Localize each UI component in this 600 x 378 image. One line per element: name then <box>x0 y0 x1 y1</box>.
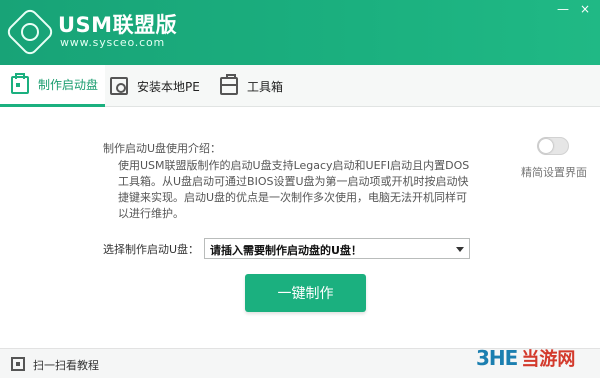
toggle-knob <box>539 139 553 153</box>
watermark-mark: 3HE <box>476 346 518 370</box>
tab-label: 安装本地PE <box>137 79 200 94</box>
usb-drive-select[interactable]: 请插入需要制作启动盘的U盘！ <box>204 238 470 259</box>
chevron-down-icon <box>456 247 464 252</box>
watermark-text: 当游网 <box>521 349 576 370</box>
one-click-make-button[interactable]: 一键制作 <box>245 274 366 312</box>
folder-gear-icon <box>110 77 128 95</box>
simple-mode-label: 精简设置界面 <box>521 166 587 179</box>
intro-title: 制作启动U盘使用介绍： <box>103 142 222 155</box>
qr-code-icon[interactable] <box>11 357 25 371</box>
tab-bar: 制作启动盘 安装本地PE 工具箱 <box>0 65 600 107</box>
tab-label: 制作启动盘 <box>38 78 99 92</box>
scan-tutorial-link[interactable]: 扫一扫看教程 <box>33 357 99 373</box>
usb-icon <box>11 72 29 94</box>
title-bar: USM联盟版 www.sysceo.com — × <box>0 0 600 65</box>
usb-drive-select-value: 请插入需要制作启动盘的U盘！ <box>210 244 362 257</box>
usm-logo-icon <box>4 6 56 58</box>
intro-body: 使用USM联盟版制作的启动U盘支持Legacy启动和UEFI启动且内置DOS工具… <box>118 159 470 220</box>
toolbox-icon <box>220 74 238 95</box>
tab-toolbox[interactable]: 工具箱 <box>218 65 283 107</box>
tab-install-local-pe[interactable]: 安装本地PE <box>105 65 200 107</box>
minimize-button[interactable]: — <box>552 2 574 16</box>
close-button[interactable]: × <box>574 2 596 16</box>
watermark: 3HE 当游网 <box>476 343 575 373</box>
simple-mode-toggle[interactable] <box>537 137 569 155</box>
tab-make-boot-disk[interactable]: 制作启动盘 <box>0 65 105 107</box>
tab-label: 工具箱 <box>247 79 284 94</box>
app-site: www.sysceo.com <box>60 36 165 49</box>
select-drive-label: 选择制作启动U盘： <box>103 243 200 256</box>
app-title: USM联盟版 <box>58 13 178 37</box>
